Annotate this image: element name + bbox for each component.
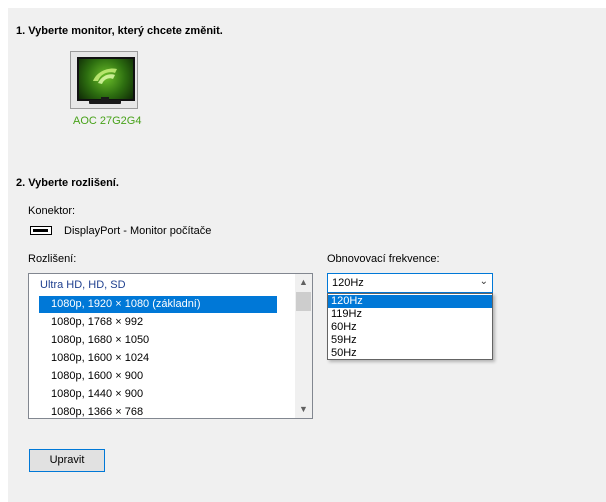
refresh-rate-option[interactable]: 60Hz — [328, 321, 492, 334]
resolution-scrollbar[interactable]: ▲ ▼ — [295, 274, 312, 418]
refresh-rate-selected: 120Hz — [332, 277, 364, 289]
scroll-up-icon[interactable]: ▲ — [295, 274, 312, 291]
refresh-rate-select[interactable]: 120Hz ⌄ — [327, 273, 493, 293]
refresh-rate-option[interactable]: 120Hz — [328, 295, 492, 308]
refresh-rate-option[interactable]: 50Hz — [328, 347, 492, 360]
monitor-icon — [77, 57, 135, 101]
resolution-item[interactable]: 1080p, 1440 × 900 — [39, 386, 277, 403]
connector-value: DisplayPort - Monitor počítače — [64, 225, 212, 237]
resolution-item[interactable]: 1080p, 1680 × 1050 — [39, 332, 277, 349]
apply-button[interactable]: Upravit — [29, 449, 105, 472]
refresh-rate-label: Obnovovací frekvence: — [327, 253, 440, 265]
resolution-item[interactable]: 1080p, 1920 × 1080 (základní) — [39, 296, 277, 313]
resolution-group-header: Ultra HD, HD, SD — [40, 279, 126, 291]
scroll-thumb[interactable] — [296, 292, 311, 311]
chevron-down-icon[interactable]: ⌄ — [480, 276, 488, 287]
resolution-label: Rozlišení: — [28, 253, 77, 265]
section-1-title: 1. Vyberte monitor, který chcete změnit. — [16, 25, 223, 37]
resolution-item[interactable]: 1080p, 1600 × 900 — [39, 368, 277, 385]
displayport-connector-icon — [30, 226, 52, 235]
resolution-item[interactable]: 1080p, 1600 × 1024 — [39, 350, 277, 367]
refresh-rate-dropdown[interactable]: 120Hz 119Hz 60Hz 59Hz 50Hz — [327, 293, 493, 360]
monitor-tile[interactable] — [70, 51, 138, 109]
resolution-item[interactable]: 1080p, 1768 × 992 — [39, 314, 277, 331]
refresh-rate-option[interactable]: 119Hz — [328, 308, 492, 321]
monitor-base — [89, 100, 121, 104]
resolution-listbox[interactable]: Ultra HD, HD, SD 1080p, 1920 × 1080 (zák… — [28, 273, 313, 419]
monitor-name[interactable]: AOC 27G2G4 — [73, 115, 141, 127]
resolution-item[interactable]: 1080p, 1366 × 768 — [39, 404, 277, 418]
section-2-title: 2. Vyberte rozlišení. — [16, 177, 119, 189]
scroll-down-icon[interactable]: ▼ — [295, 401, 312, 418]
refresh-rate-option[interactable]: 59Hz — [328, 334, 492, 347]
connector-label: Konektor: — [28, 205, 76, 217]
apply-button-label: Upravit — [49, 454, 85, 466]
nvidia-logo-icon — [93, 68, 117, 84]
